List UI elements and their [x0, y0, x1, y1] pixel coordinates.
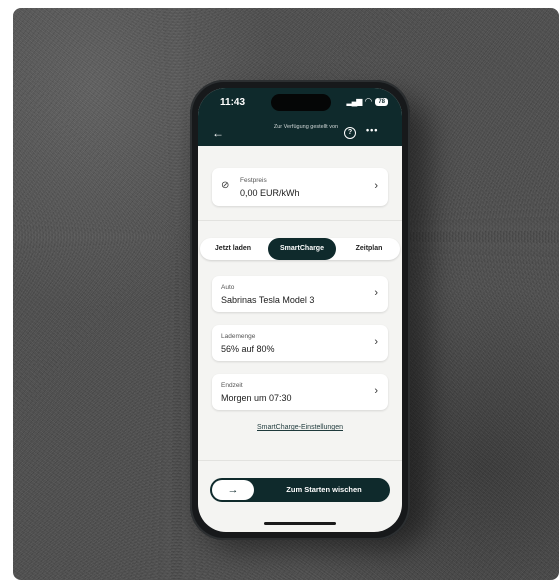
mode-tabs: Jetzt laden SmartCharge Zeitplan — [200, 238, 400, 260]
wifi-icon: ◠ — [364, 96, 373, 106]
question-circle-icon[interactable]: ? — [344, 127, 356, 139]
swipe-label: Zum Starten wischen — [286, 485, 362, 494]
battery-icon: 78 — [375, 97, 388, 106]
dynamic-island — [271, 94, 331, 111]
home-indicator — [264, 522, 336, 525]
chevron-right-icon: › — [374, 180, 378, 192]
signal-icon: ▂▄▆ — [346, 97, 362, 106]
section-divider — [198, 220, 402, 221]
auto-value: Sabrinas Tesla Model 3 — [221, 295, 315, 305]
lademenge-value: 56% auf 80% — [221, 344, 275, 354]
provided-by-label: Zur Verfügung gestellt von — [273, 124, 339, 130]
arrow-right-icon[interactable]: → — [212, 480, 254, 500]
status-time: 11:43 — [220, 97, 246, 108]
section-divider — [198, 460, 402, 461]
endzeit-label: Endzeit — [221, 382, 243, 389]
auto-label: Auto — [221, 284, 235, 291]
endzeit-card[interactable]: Endzeit Morgen um 07:30 › — [212, 374, 388, 410]
tab-zeitplan[interactable]: Zeitplan — [338, 238, 400, 260]
lademenge-label: Lademenge — [221, 333, 256, 340]
price-value: 0,00 EUR/kWh — [240, 188, 300, 198]
status-icons: ▂▄▆ ◠ 78 — [346, 96, 388, 107]
chevron-right-icon: › — [374, 385, 378, 397]
smartcharge-settings-link[interactable]: SmartCharge-Einstellungen — [198, 424, 402, 431]
phone-device: 11:43 ▂▄▆ ◠ 78 ← Zur Verfügung gestellt … — [190, 80, 410, 540]
price-label: Festpreis — [240, 177, 267, 184]
app-header: 11:43 ▂▄▆ ◠ 78 ← Zur Verfügung gestellt … — [198, 88, 402, 146]
endzeit-value: Morgen um 07:30 — [221, 393, 292, 403]
chevron-right-icon: › — [374, 287, 378, 299]
arrow-left-icon[interactable]: ← — [212, 126, 224, 140]
app-screen: 11:43 ▂▄▆ ◠ 78 ← Zur Verfügung gestellt … — [198, 88, 402, 532]
tab-smartcharge[interactable]: SmartCharge — [268, 238, 336, 260]
swipe-to-start-slider[interactable]: → Zum Starten wischen — [210, 478, 390, 502]
chevron-right-icon: › — [374, 336, 378, 348]
price-card[interactable]: ⊘ Festpreis 0,00 EUR/kWh › — [212, 168, 388, 206]
tab-jetzt-laden[interactable]: Jetzt laden — [200, 238, 266, 260]
auto-card[interactable]: Auto Sabrinas Tesla Model 3 › — [212, 276, 388, 312]
lademenge-card[interactable]: Lademenge 56% auf 80% › — [212, 325, 388, 361]
tag-icon: ⊘ — [221, 180, 230, 191]
more-dots-icon[interactable]: ••• — [366, 125, 378, 135]
